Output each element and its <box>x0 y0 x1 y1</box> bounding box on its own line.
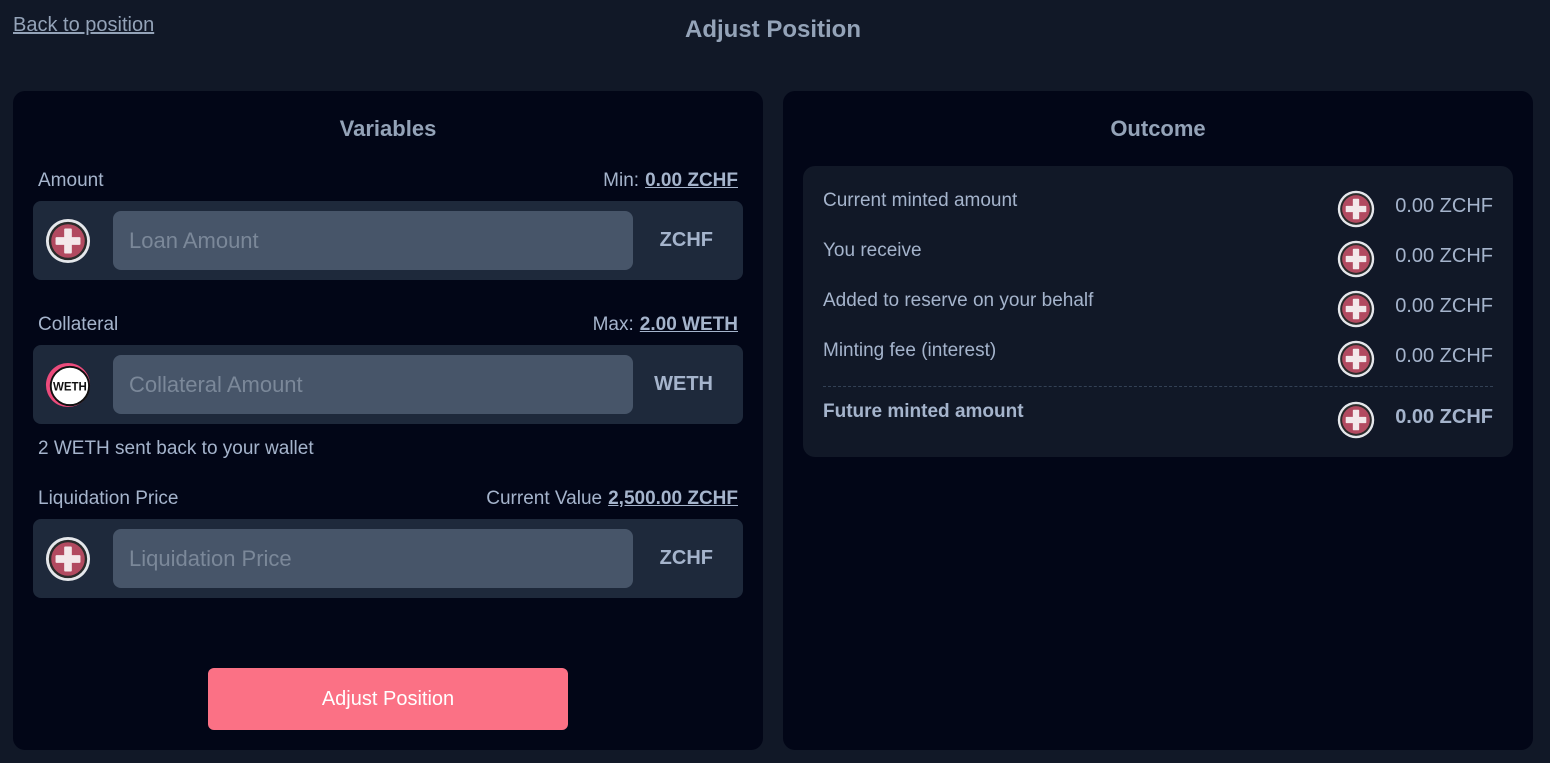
zchf-token-icon <box>1337 240 1375 278</box>
liquidation-unit: ZCHF <box>659 547 713 569</box>
outcome-value: 0.00 ZCHF <box>1395 245 1493 267</box>
collateral-label: Collateral <box>38 314 119 335</box>
outcome-label: Added to reserve on your behalf <box>823 290 1094 311</box>
outcome-row-current-minted: Current minted amount 0.00 ZCHF <box>823 188 1493 228</box>
outcome-row-future-minted: Future minted amount 0.00 ZCHF <box>823 399 1493 439</box>
collateral-unit: WETH <box>654 373 713 395</box>
liquidation-input-row: ZCHF <box>33 519 743 598</box>
top-bar: Back to position Adjust Position <box>0 0 1550 70</box>
outcome-row-added-to-reserve: Added to reserve on your behalf 0.00 ZCH… <box>823 288 1493 328</box>
collateral-max-value[interactable]: 2.00 WETH <box>640 314 738 335</box>
collateral-return-hint: 2 WETH sent back to your wallet <box>38 438 314 459</box>
adjust-position-button[interactable]: Adjust Position <box>208 668 568 730</box>
outcome-value: 0.00 ZCHF <box>1395 345 1493 367</box>
page-title: Adjust Position <box>685 16 861 43</box>
weth-token-icon: WETH <box>45 362 91 408</box>
outcome-label: You receive <box>823 240 922 261</box>
liquidation-price-input[interactable] <box>113 529 633 588</box>
amount-min-value[interactable]: 0.00 ZCHF <box>645 170 738 191</box>
outcome-row-minting-fee: Minting fee (interest) 0.00 ZCHF <box>823 338 1493 378</box>
liquidation-current-label: Current Value <box>486 488 603 509</box>
outcome-label: Current minted amount <box>823 190 1018 211</box>
outcome-title: Outcome <box>1110 116 1206 141</box>
collateral-input-row: WETH WETH <box>33 345 743 424</box>
liquidation-current-value: Current Value 2,500.00 ZCHF <box>486 488 738 510</box>
outcome-value: 0.00 ZCHF <box>1395 295 1493 317</box>
outcome-value: 0.00 ZCHF <box>1395 195 1493 217</box>
svg-text:WETH: WETH <box>53 382 87 394</box>
variables-title: Variables <box>339 116 437 141</box>
amount-input-row: ZCHF <box>33 201 743 280</box>
zchf-token-icon <box>1337 290 1375 328</box>
zchf-token-icon <box>1337 190 1375 228</box>
outcome-label: Minting fee (interest) <box>823 340 997 361</box>
amount-label: Amount <box>38 170 104 191</box>
loan-amount-input[interactable] <box>113 211 633 270</box>
amount-min-label: Min: <box>603 170 640 191</box>
zchf-token-icon <box>1337 340 1375 378</box>
outcome-row-you-receive: You receive 0.00 ZCHF <box>823 238 1493 278</box>
collateral-max-label: Max: <box>592 314 634 335</box>
collateral-amount-input[interactable] <box>113 355 633 414</box>
amount-unit: ZCHF <box>659 229 713 251</box>
outcome-summary: Current minted amount 0.00 ZCHF You rece… <box>803 166 1513 457</box>
zchf-token-icon <box>45 536 91 582</box>
liquidation-current-amount[interactable]: 2,500.00 ZCHF <box>608 488 738 509</box>
zchf-token-icon <box>1337 401 1375 439</box>
outcome-total-value: 0.00 ZCHF <box>1395 406 1493 428</box>
collateral-max: Max: 2.00 WETH <box>593 314 738 336</box>
zchf-token-icon <box>45 218 91 264</box>
liquidation-price-label: Liquidation Price <box>38 488 179 509</box>
variables-panel: Variables Amount Min:0.00 ZCHF ZCHF Coll… <box>13 91 763 750</box>
outcome-total-label: Future minted amount <box>823 401 1024 422</box>
amount-min: Min: 0.00 ZCHF <box>603 170 738 192</box>
outcome-panel: Outcome Current minted amount 0.00 ZCHF … <box>783 91 1533 750</box>
outcome-divider <box>823 386 1493 387</box>
